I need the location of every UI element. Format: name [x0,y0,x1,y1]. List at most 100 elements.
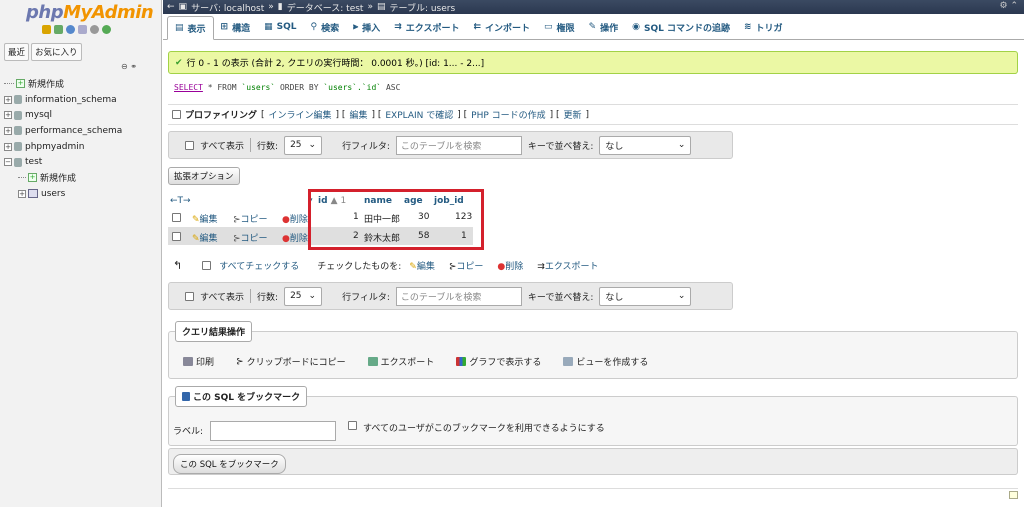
tab-import[interactable]: ⇇ インポート [466,15,537,39]
sql-icon: ▦ [264,22,273,32]
tab-insert[interactable]: ⫸ 挿入 [346,15,387,39]
delete-action[interactable]: ●削除 [282,212,308,225]
tree-item-performance-schema[interactable]: + performance_schema [4,123,160,139]
chart-icon [456,357,467,366]
gear-icon[interactable] [90,25,99,34]
phpmyadmin-logo[interactable]: phpMyAdmin [26,2,154,23]
export-button[interactable]: エクスポート [367,355,434,368]
create-view-button[interactable]: ビューを作成する [563,355,648,368]
tab-triggers[interactable]: ≋ トリガ [737,15,790,39]
checkmark-icon: ✔ [175,57,183,68]
docs-icon[interactable] [78,25,87,34]
export-icon: ⇉ [394,22,402,32]
collapse-all-icon[interactable]: ⊖ ⚭ [121,62,137,71]
inline-edit-link[interactable]: インライン編集 [269,108,332,121]
expand-icon[interactable]: + [4,126,12,135]
new-icon: + [28,173,37,183]
expand-icon[interactable]: + [18,189,26,198]
eye-icon: ◉ [632,22,640,32]
navigation-sidebar: phpMyAdmin 最近 お気に入り ⊖ ⚭ + 新規作成 + informati… [0,0,162,507]
tab-structure[interactable]: ⊞ 構造 [214,15,258,39]
php-code-link[interactable]: PHP コードの作成 [471,108,545,121]
copy-action[interactable]: ⊱コピー [233,231,268,244]
bulk-copy[interactable]: ⊱コピー [449,259,484,272]
column-arrows[interactable]: ←T→ [170,196,191,206]
browse-icon: ▤ [175,23,184,33]
bookmark-share-checkbox[interactable] [348,421,357,430]
logout-icon[interactable] [54,25,63,34]
database-icon [14,95,22,105]
tree-item-test-new[interactable]: + 新規作成 [4,170,160,186]
home-icon[interactable] [42,25,51,34]
delete-action[interactable]: ●削除 [282,231,308,244]
copy-clipboard-button[interactable]: ⊱ クリップボードにコピー [236,355,346,369]
options-button[interactable]: 拡張オプション [168,167,240,185]
tree-item-information-schema[interactable]: + information_schema [4,92,160,108]
tab-sql[interactable]: ▦ SQL [257,15,303,39]
tree-item-users[interactable]: + users [4,186,160,202]
tree-item-phpmyadmin[interactable]: + phpmyadmin [4,139,160,155]
breadcrumb-server[interactable]: サーバ: localhost [191,1,264,14]
rows-select[interactable]: 25 ⌄ [284,286,323,306]
tab-export[interactable]: ⇉ エクスポート [387,15,466,39]
expand-icon[interactable]: + [4,142,12,151]
copy-action[interactable]: ⊱コピー [233,212,268,225]
bulk-edit[interactable]: ✎編集 [409,259,435,272]
favorites-tab[interactable]: お気に入り [31,43,82,61]
bookmark-submit-button[interactable]: この SQL をブックマーク [173,454,286,474]
check-all-checkbox[interactable] [202,261,212,270]
settings-gear-icon[interactable]: ⚙ ⌃ [1000,1,1018,11]
bulk-actions: ↰ すべてチェックする チェックしたものを: ✎編集 ⊱コピー ●削除 ⇉エクス… [173,259,599,272]
delete-icon: ● [282,215,290,225]
breadcrumb-table[interactable]: テーブル: users [390,1,456,14]
edit-action[interactable]: ✎編集 [192,231,218,244]
copy-icon: ⊱ [233,234,241,244]
row-checkbox[interactable] [172,213,181,222]
edit-action[interactable]: ✎編集 [192,212,218,225]
profiling-checkbox[interactable] [172,110,181,119]
rows-select[interactable]: 25 ⌄ [284,135,323,155]
row-filter-input[interactable]: このテーブルを検索 [395,135,522,155]
refresh-link[interactable]: 更新 [564,108,582,121]
tree-item-mysql[interactable]: + mysql [4,107,160,123]
export-icon [367,357,378,366]
back-arrow-icon[interactable]: ← [167,2,175,12]
show-all-checkbox[interactable] [185,140,194,150]
breadcrumb: ← ▣ サーバ: localhost » ▮ データベース: test » ▤ … [163,0,1024,14]
pencil-icon: ✎ [409,262,417,272]
tab-search[interactable]: ⚲ 検索 [303,15,346,39]
expand-icon[interactable]: + [4,95,12,104]
tab-privileges[interactable]: ▭ 権限 [537,15,582,39]
structure-icon: ⊞ [220,22,229,32]
tree-item-test[interactable]: − test [4,154,160,170]
display-chart-button[interactable]: グラフで表示する [456,355,541,368]
import-icon: ⇇ [473,22,482,32]
edit-link[interactable]: 編集 [349,108,367,121]
row-checkbox[interactable] [172,232,181,241]
console-icon[interactable] [1009,491,1018,499]
sort-key-select[interactable]: なし ⌄ [599,286,692,306]
recent-tab[interactable]: 最近 [4,43,30,61]
sort-key-select[interactable]: なし ⌄ [599,135,692,155]
tab-browse[interactable]: ▤ 表示 [167,16,214,40]
bulk-delete[interactable]: ●削除 [497,259,523,272]
bookmark-label-input[interactable] [210,421,336,441]
triggers-icon: ≋ [744,22,752,32]
bulk-export[interactable]: ⇉エクスポート [537,259,598,272]
expand-icon[interactable]: + [4,111,12,120]
reload-icon[interactable] [102,25,111,34]
tab-operations[interactable]: ✎ 操作 [582,15,626,39]
show-all-checkbox[interactable] [185,291,194,301]
bookmark-sql: この SQL をブックマーク ラベル: すべてのユーザがこのブックマークを利用で… [168,386,1018,446]
collapse-icon[interactable]: − [4,158,12,167]
breadcrumb-database[interactable]: データベース: test [287,1,364,14]
help-icon[interactable] [66,25,75,34]
insert-icon: ⫸ [353,22,359,32]
row-filter-input[interactable]: このテーブルを検索 [395,286,522,306]
tree-item-new[interactable]: + 新規作成 [4,76,160,92]
server-icon: ▣ [178,2,188,12]
explain-link[interactable]: EXPLAIN で確認 [385,108,453,121]
pencil-icon: ✎ [192,215,200,225]
tab-tracking[interactable]: ◉ SQL コマンドの追跡 [625,15,737,39]
print-button[interactable]: 印刷 [183,355,214,368]
